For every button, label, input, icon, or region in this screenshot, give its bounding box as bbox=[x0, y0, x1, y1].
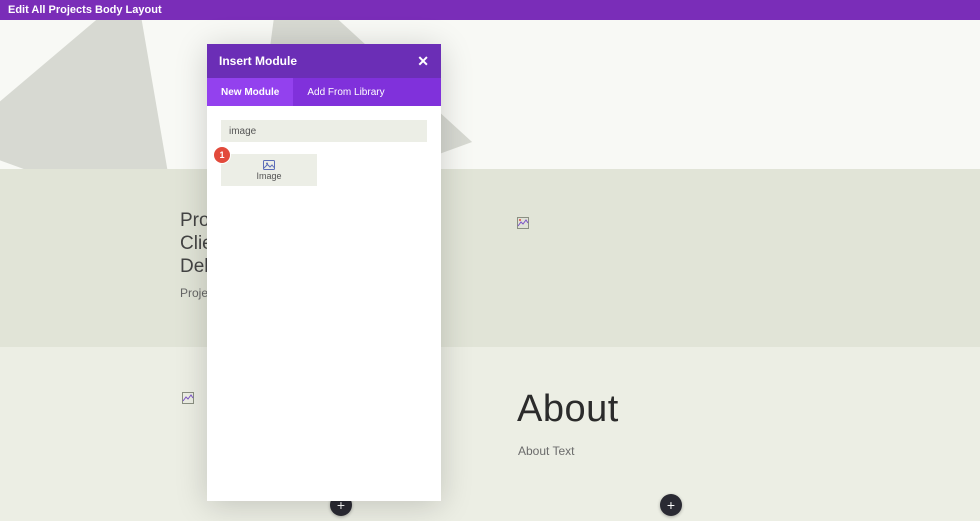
top-bar-title: Edit All Projects Body Layout bbox=[8, 4, 162, 16]
add-module-button[interactable]: + bbox=[660, 494, 682, 516]
module-option-label: Image bbox=[256, 171, 281, 181]
tab-add-from-library[interactable]: Add From Library bbox=[293, 78, 398, 106]
image-icon bbox=[263, 160, 275, 170]
hero-band bbox=[0, 20, 980, 169]
about-heading: About bbox=[517, 388, 619, 431]
modal-title: Insert Module bbox=[219, 54, 297, 68]
plus-icon: + bbox=[667, 497, 675, 513]
modal-tabs: New Module Add From Library bbox=[207, 78, 441, 106]
about-text: About Text bbox=[518, 444, 574, 458]
module-search-input[interactable] bbox=[221, 120, 427, 142]
project-info-band bbox=[0, 169, 980, 347]
tab-new-module[interactable]: New Module bbox=[207, 78, 293, 106]
insert-module-modal: Insert Module ✕ New Module Add From Libr… bbox=[207, 44, 441, 501]
modal-header: Insert Module ✕ bbox=[207, 44, 441, 78]
broken-image-icon bbox=[517, 217, 529, 229]
modal-body: 1 Image bbox=[207, 106, 441, 501]
top-bar: Edit All Projects Body Layout bbox=[0, 0, 980, 20]
module-results: 1 Image bbox=[221, 154, 427, 186]
about-section bbox=[0, 347, 980, 521]
broken-image-icon bbox=[182, 392, 194, 404]
close-icon[interactable]: ✕ bbox=[417, 53, 429, 70]
module-option-image[interactable]: 1 Image bbox=[221, 154, 317, 186]
step-badge: 1 bbox=[214, 147, 230, 163]
